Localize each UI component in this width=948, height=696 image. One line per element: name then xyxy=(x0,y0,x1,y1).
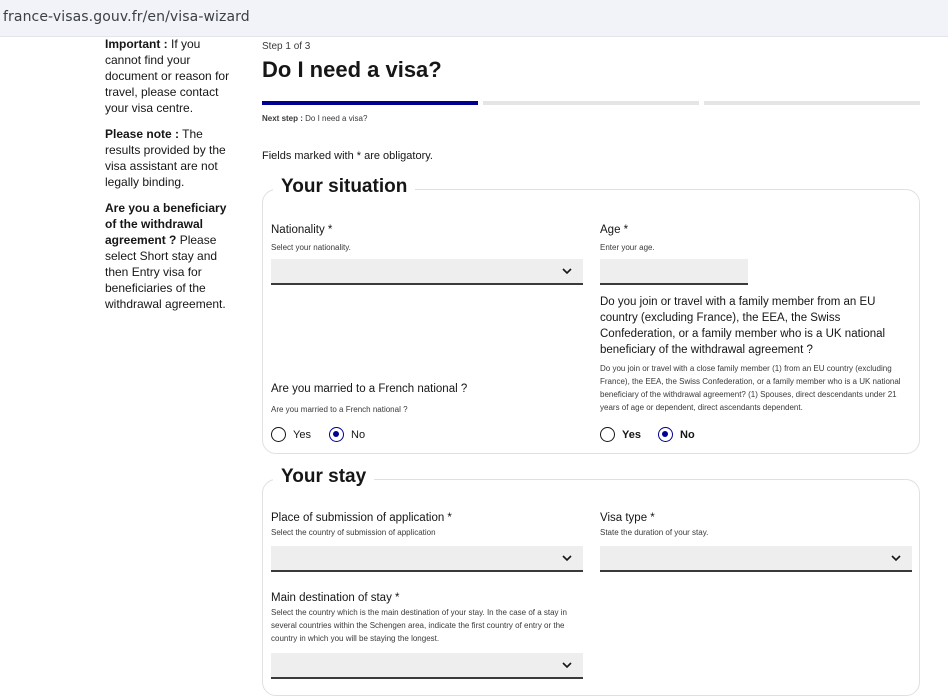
family-radio-group: Yes No xyxy=(600,427,720,445)
married-no-radio[interactable]: No xyxy=(329,427,365,442)
address-bar[interactable]: france-visas.gouv.fr/en/visa-wizard xyxy=(0,0,948,37)
age-hint: Enter your age. xyxy=(600,243,655,252)
family-yes-label: Yes xyxy=(622,428,641,441)
submission-label: Place of submission of application * xyxy=(271,512,452,524)
married-question: Are you married to a French national ? xyxy=(271,383,468,395)
nationality-select[interactable] xyxy=(271,259,583,285)
destination-hint: Select the country which is the main des… xyxy=(271,608,568,643)
family-question: Do you join or travel with a family memb… xyxy=(600,296,886,356)
step-indicator: Step 1 of 3 xyxy=(262,41,311,52)
age-input[interactable] xyxy=(600,259,748,285)
married-yes-label: Yes xyxy=(293,428,311,441)
situation-title: Your situation xyxy=(273,176,416,198)
progress-segment-3 xyxy=(704,101,920,105)
please-note: Please note : The results provided by th… xyxy=(105,126,235,190)
next-step-value: Do I need a visa? xyxy=(302,114,368,123)
family-yes-radio[interactable]: Yes xyxy=(600,427,641,442)
next-step-label: Next step : xyxy=(262,114,303,123)
married-no-label: No xyxy=(351,428,366,441)
beneficiary-note: Are you a beneficiary of the withdrawal … xyxy=(105,200,235,312)
note-title: Please note : xyxy=(105,127,180,141)
important-note: Important : If you cannot find your docu… xyxy=(105,36,235,116)
submission-select[interactable] xyxy=(271,546,583,572)
destination-select[interactable] xyxy=(271,653,583,679)
chevron-down-icon xyxy=(562,555,572,562)
page-title: Do I need a visa? xyxy=(262,57,442,82)
important-title: Important : xyxy=(105,37,168,51)
age-label: Age * xyxy=(600,224,629,236)
visa-type-label: Visa type * xyxy=(600,512,655,524)
radio-unchecked-icon xyxy=(600,427,615,442)
step-progress-bar xyxy=(262,101,920,105)
destination-label: Main destination of stay * xyxy=(271,592,400,604)
sidebar-info: Important : If you cannot find your docu… xyxy=(105,36,235,322)
married-yes-radio[interactable]: Yes xyxy=(271,427,311,442)
nationality-label: Nationality * xyxy=(271,224,333,236)
family-no-radio[interactable]: No xyxy=(658,427,695,442)
chevron-down-icon xyxy=(562,662,572,669)
stay-title: Your stay xyxy=(273,466,375,488)
progress-segment-2 xyxy=(483,101,699,105)
obligatory-note: Fields marked with * are obligatory. xyxy=(262,150,433,162)
family-no-label: No xyxy=(680,428,695,441)
submission-hint: Select the country of submission of appl… xyxy=(271,528,436,537)
next-step: Next step : Do I need a visa? xyxy=(262,114,367,123)
nationality-hint: Select your nationality. xyxy=(271,243,351,252)
radio-checked-icon xyxy=(658,427,673,442)
radio-checked-icon xyxy=(329,427,344,442)
stay-section: Your stay Place of submission of applica… xyxy=(262,466,920,696)
visa-type-hint: State the duration of your stay. xyxy=(600,528,709,537)
visa-type-select[interactable] xyxy=(600,546,912,572)
progress-segment-1 xyxy=(262,101,478,105)
chevron-down-icon xyxy=(891,555,901,562)
married-hint: Are you married to a French national ? xyxy=(271,405,408,414)
married-radio-group: Yes No xyxy=(271,427,391,445)
url-text[interactable]: france-visas.gouv.fr/en/visa-wizard xyxy=(3,9,250,25)
chevron-down-icon xyxy=(562,268,572,275)
family-hint: Do you join or travel with a close famil… xyxy=(600,364,901,412)
radio-unchecked-icon xyxy=(271,427,286,442)
situation-section: Your situation Nationality * Select your… xyxy=(262,176,920,454)
